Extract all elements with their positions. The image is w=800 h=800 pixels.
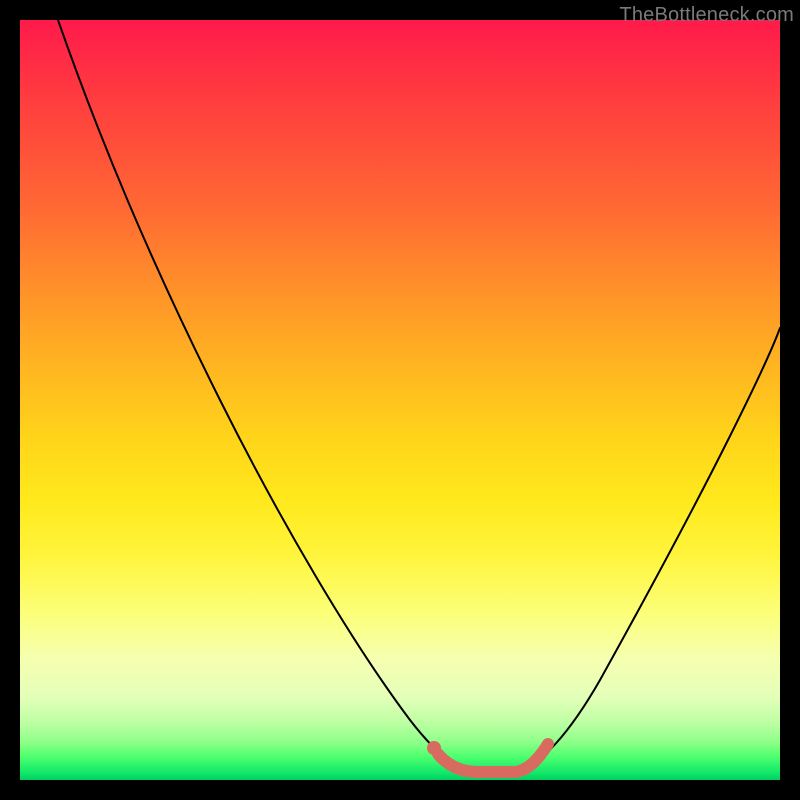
chart-stage: TheBottleneck.com (0, 0, 800, 800)
attribution-text: TheBottleneck.com (619, 4, 794, 27)
bottleneck-curve-svg (20, 20, 780, 780)
highlight-start-dot (427, 741, 441, 755)
plot-area (20, 20, 780, 780)
curve-highlight (438, 744, 548, 772)
bottleneck-curve (58, 20, 780, 771)
